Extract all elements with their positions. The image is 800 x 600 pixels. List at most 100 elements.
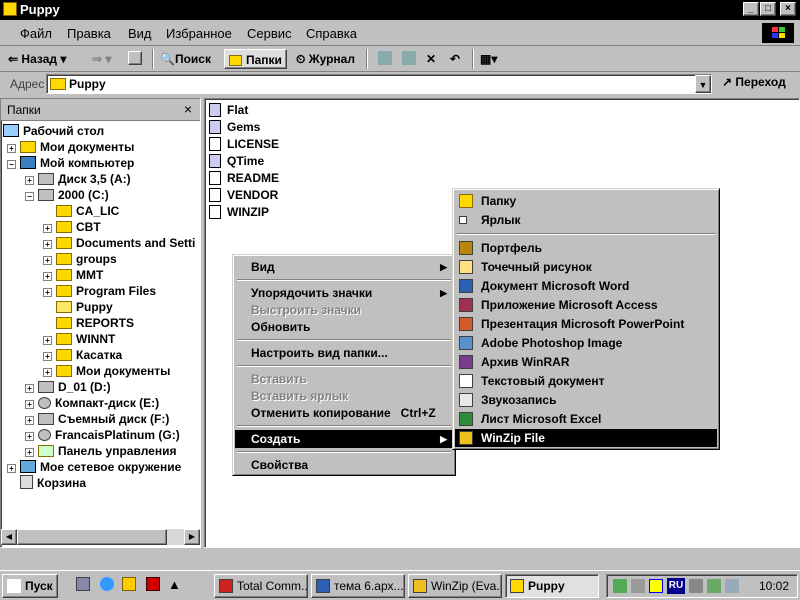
scrollbar-thumb[interactable]	[17, 529, 167, 545]
internet-explorer-icon[interactable]	[100, 577, 114, 591]
close-button[interactable]: ×	[780, 2, 796, 16]
submenu-item-shortcut[interactable]: Ярлык	[455, 211, 717, 229]
file-item-license[interactable]: LICENSE	[209, 136, 279, 152]
save-icon[interactable]	[146, 577, 160, 591]
expand-icon[interactable]: +	[43, 224, 52, 233]
expand-icon[interactable]: +	[25, 384, 34, 393]
expand-icon[interactable]: +	[43, 240, 52, 249]
submenu-item-photoshop[interactable]: Adobe Photoshop Image	[455, 334, 717, 352]
submenu-item-access[interactable]: Приложение Microsoft Access	[455, 296, 717, 314]
menu-item-undo-copy[interactable]: Отменить копирование Ctrl+Z	[235, 404, 453, 422]
expand-icon[interactable]: +	[43, 256, 52, 265]
tree-item-floppy[interactable]: + Диск 3,5 (A:)	[25, 171, 131, 187]
volume-icon[interactable]	[631, 579, 645, 593]
tree-item-drive-d[interactable]: + D_01 (D:)	[25, 379, 111, 395]
tree-item-network[interactable]: + Мое сетевое окружение	[7, 459, 181, 475]
submenu-item-excel[interactable]: Лист Microsoft Excel	[455, 410, 717, 428]
chevron-down-icon[interactable]: ▼	[695, 75, 711, 93]
submenu-item-powerpoint[interactable]: Презентация Microsoft PowerPoint	[455, 315, 717, 333]
history-button[interactable]: ⏲ Журнал	[296, 49, 355, 69]
folder-icon[interactable]	[122, 577, 136, 591]
views-button[interactable]: ▦▾	[480, 49, 497, 69]
tree-item-documents-and-settings[interactable]: + Documents and Setti	[43, 235, 195, 251]
title-bar[interactable]: Puppy _ □ ×	[0, 0, 800, 20]
menu-file[interactable]: Файл	[20, 26, 52, 41]
menu-item-arrange-icons[interactable]: Упорядочить значки ▶	[235, 284, 453, 302]
tree-item-reports[interactable]: REPORTS	[56, 315, 134, 331]
folders-button[interactable]: Папки	[224, 49, 287, 69]
submenu-item-bitmap[interactable]: Точечный рисунок	[455, 258, 717, 276]
file-item-readme[interactable]: README	[209, 170, 279, 186]
horizontal-scrollbar[interactable]: ◀ ▶	[1, 529, 200, 545]
app-triangle-icon[interactable]: ▲	[168, 577, 181, 592]
tree-item-cbt[interactable]: + CBT	[43, 219, 101, 235]
submenu-item-text[interactable]: Текстовый документ	[455, 372, 717, 390]
tray-app-icon[interactable]	[649, 579, 663, 593]
tree-item-ca-lic[interactable]: CA_LIC	[56, 203, 119, 219]
task-winzip[interactable]: WinZip (Eva...	[408, 574, 502, 598]
back-button[interactable]: ⇐ Назад ▾	[8, 49, 66, 69]
tree-item-my-computer[interactable]: − Мой компьютер	[7, 155, 134, 171]
task-word-document[interactable]: тема 6.арх...	[311, 574, 405, 598]
file-item-vendor[interactable]: VENDOR	[209, 187, 278, 203]
maximize-button[interactable]: □	[760, 2, 776, 16]
tree-item-my-documents-c[interactable]: + Мои документы	[43, 363, 170, 379]
submenu-item-sound[interactable]: Звукозапись	[455, 391, 717, 409]
expand-icon[interactable]: +	[25, 432, 34, 441]
menu-item-customize-folder[interactable]: Настроить вид папки...	[235, 344, 453, 362]
expand-icon[interactable]: +	[25, 416, 34, 425]
expand-icon[interactable]: +	[43, 352, 52, 361]
task-puppy-explorer[interactable]: Puppy	[505, 574, 599, 598]
tree-item-program-files[interactable]: + Program Files	[43, 283, 156, 299]
close-icon[interactable]: ×	[184, 101, 192, 117]
menu-view[interactable]: Вид	[128, 26, 152, 41]
start-button[interactable]: Пуск	[2, 574, 58, 598]
minimize-button[interactable]: _	[743, 2, 759, 16]
menu-item-refresh[interactable]: Обновить	[235, 318, 453, 336]
tree-item-recycle-bin[interactable]: Корзина	[20, 475, 86, 491]
submenu-item-winrar[interactable]: Архив WinRAR	[455, 353, 717, 371]
expand-icon[interactable]: +	[25, 448, 34, 457]
address-input[interactable]: Puppy ▼	[46, 74, 712, 94]
monitor-icon[interactable]	[689, 579, 703, 593]
submenu-item-winzip[interactable]: WinZip File	[455, 429, 717, 447]
tray-app-icon[interactable]	[725, 579, 739, 593]
menu-item-properties[interactable]: Свойства	[235, 456, 453, 474]
tree-item-removable-f[interactable]: + Съемный диск (F:)	[25, 411, 169, 427]
file-item-flat[interactable]: Flat	[209, 102, 248, 118]
file-item-gems[interactable]: Gems	[209, 119, 260, 135]
menu-help[interactable]: Справка	[306, 26, 357, 41]
file-item-winzip[interactable]: WINZIP	[209, 204, 269, 220]
menu-edit[interactable]: Правка	[67, 26, 111, 41]
menu-tools[interactable]: Сервис	[247, 26, 292, 41]
tree-item-groups[interactable]: + groups	[43, 251, 117, 267]
undo-button[interactable]: ↶	[450, 49, 460, 69]
menu-favorites[interactable]: Избранное	[166, 26, 232, 41]
delete-button[interactable]: ✕	[426, 49, 436, 69]
network-tray-icon[interactable]	[613, 579, 627, 593]
tree-item-my-documents[interactable]: + Мои документы	[7, 139, 134, 155]
tree-item-winnt[interactable]: + WINNT	[43, 331, 115, 347]
submenu-item-word[interactable]: Документ Microsoft Word	[455, 277, 717, 295]
submenu-item-briefcase[interactable]: Портфель	[455, 239, 717, 257]
expand-icon[interactable]: +	[25, 400, 34, 409]
move-to-button[interactable]	[378, 49, 395, 69]
tree-item-desktop[interactable]: Рабочий стол	[3, 123, 104, 139]
up-folder-button[interactable]	[128, 49, 145, 69]
scroll-right-icon[interactable]: ▶	[184, 529, 200, 545]
menu-item-view[interactable]: Вид ▶	[235, 258, 453, 276]
scroll-left-icon[interactable]: ◀	[1, 529, 17, 545]
tree-item-kasatka[interactable]: + Касатка	[43, 347, 122, 363]
desktop-icon[interactable]	[76, 577, 90, 591]
tree-item-cd-e[interactable]: + Компакт-диск (E:)	[25, 395, 159, 411]
tree-item-puppy[interactable]: Puppy	[56, 299, 113, 315]
expand-icon[interactable]: +	[7, 464, 16, 473]
go-button[interactable]: ↗ Переход	[722, 75, 786, 89]
collapse-icon[interactable]: −	[7, 160, 16, 169]
expand-icon[interactable]: +	[43, 368, 52, 377]
language-indicator[interactable]: RU	[667, 578, 685, 594]
menu-item-new[interactable]: Создать ▶	[235, 430, 453, 448]
tray-app-icon[interactable]	[707, 579, 721, 593]
expand-icon[interactable]: +	[7, 144, 16, 153]
expand-icon[interactable]: +	[43, 288, 52, 297]
